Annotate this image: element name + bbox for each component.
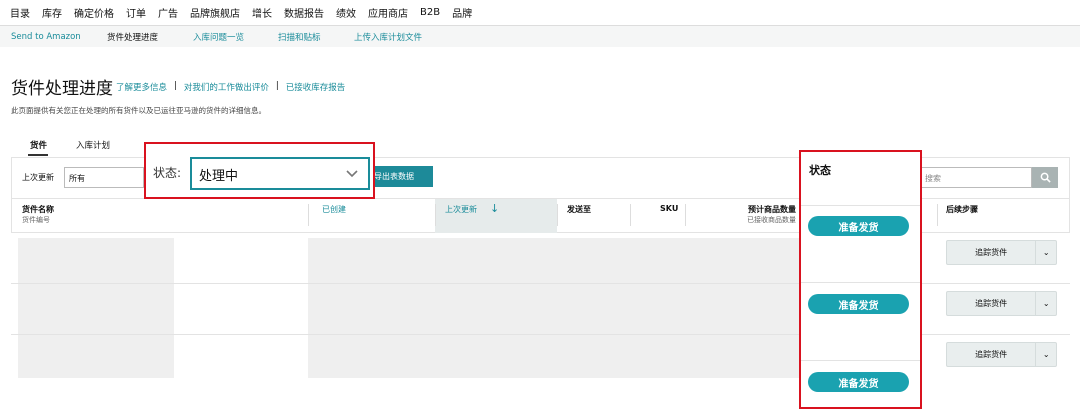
nav-catalog[interactable]: 目录 — [10, 5, 30, 20]
status-filter-value: 处理中 — [199, 169, 239, 184]
track-shipment-button[interactable]: 追踪货件 ⌄ — [946, 240, 1057, 265]
col-ship-to: 发送至 — [567, 205, 591, 214]
redacted-shipment-details — [308, 238, 800, 378]
track-label: 追踪货件 — [975, 248, 1008, 257]
active-tab-indicator — [28, 154, 48, 156]
learn-more-link[interactable]: 了解更多信息 — [116, 81, 167, 93]
track-shipment-button[interactable]: 追踪货件 ⌄ — [946, 342, 1057, 367]
redacted-shipment-names — [18, 238, 174, 378]
track-shipment-button[interactable]: 追踪货件 ⌄ — [946, 291, 1057, 316]
search-icon — [1040, 172, 1051, 183]
nav-growth[interactable]: 增长 — [252, 5, 272, 20]
col-received-qty: 已接收商品数量 — [747, 216, 796, 224]
nav-b2b[interactable]: B2B — [420, 7, 440, 18]
separator: | — [174, 81, 177, 91]
status-badge: 准备发货 — [808, 216, 909, 236]
col-expected-qty: 预计商品数量 — [748, 205, 796, 214]
chevron-down-icon[interactable]: ⌄ — [1035, 241, 1056, 264]
subnav-upload[interactable]: 上传入库计划文件 — [354, 31, 422, 43]
sub-nav: Send to Amazon 货件处理进度 入库问题一览 扫描和贴标 上传入库计… — [0, 26, 1080, 47]
col-shipment-name[interactable]: 货件名称 — [22, 204, 54, 215]
nav-orders[interactable]: 订单 — [126, 5, 146, 20]
chevron-down-icon[interactable]: ⌄ — [1035, 292, 1056, 315]
chevron-down-icon — [346, 170, 358, 178]
track-label: 追踪货件 — [975, 299, 1008, 308]
header-links: 了解更多信息 | 对我们的工作做出评价 | 已接收库存报告 — [116, 81, 345, 93]
search-button[interactable] — [1032, 167, 1058, 188]
top-nav: 目录 库存 确定价格 订单 广告 品牌旗舰店 增长 数据报告 绩效 应用商店 B… — [0, 0, 1080, 26]
subnav-shipments[interactable]: 货件处理进度 — [107, 31, 158, 43]
nav-pricing[interactable]: 确定价格 — [74, 5, 114, 20]
status-filter-callout: 状态: 处理中 — [144, 142, 375, 199]
tab-inbound-plans[interactable]: 入库计划 — [76, 139, 110, 151]
page-description: 此页面提供有关您正在处理的所有货件以及已运往亚马逊的货件的详细信息。 — [11, 106, 266, 115]
col-created[interactable]: 已创建 — [322, 204, 346, 215]
search-input[interactable]: 搜索 — [918, 167, 1032, 188]
nav-stores[interactable]: 品牌旗舰店 — [190, 5, 240, 20]
track-label: 追踪货件 — [975, 350, 1008, 359]
subnav-issues[interactable]: 入库问题一览 — [193, 31, 244, 43]
nav-reports[interactable]: 数据报告 — [284, 5, 324, 20]
subnav-scan-label[interactable]: 扫描和贴标 — [278, 31, 321, 43]
status-badge: 准备发货 — [808, 294, 909, 314]
status-filter-label: 状态: — [153, 166, 182, 180]
sort-down-arrow-icon[interactable]: ↓ — [490, 202, 499, 215]
last-update-select[interactable]: 所有 — [64, 167, 144, 188]
col-shipment-id: 货件编号 — [22, 216, 50, 224]
nav-appstore[interactable]: 应用商店 — [368, 5, 408, 20]
feedback-link[interactable]: 对我们的工作做出评价 — [184, 81, 269, 93]
nav-ads[interactable]: 广告 — [158, 5, 178, 20]
status-column-callout: 状态 — [799, 150, 922, 409]
status-column-title: 状态 — [809, 164, 831, 177]
status-filter-select[interactable]: 处理中 — [190, 157, 370, 190]
last-update-label: 上次更新 — [22, 173, 54, 182]
nav-performance[interactable]: 绩效 — [336, 5, 356, 20]
col-sku: SKU — [660, 204, 679, 213]
separator: | — [275, 81, 279, 91]
chevron-down-icon[interactable]: ⌄ — [1035, 343, 1056, 366]
subnav-send-to-amazon[interactable]: Send to Amazon — [11, 32, 81, 42]
received-report-link[interactable]: 已接收库存报告 — [286, 81, 346, 93]
col-next-steps: 后续步骤 — [946, 205, 978, 214]
export-button[interactable]: 导出表数据 — [368, 166, 433, 187]
nav-inventory[interactable]: 库存 — [42, 5, 62, 20]
col-last-updated[interactable]: 上次更新 — [445, 204, 477, 215]
page-title: 货件处理进度 — [11, 79, 113, 99]
status-badge: 准备发货 — [808, 372, 909, 392]
tab-shipments[interactable]: 货件 — [30, 139, 47, 151]
nav-brands[interactable]: 品牌 — [452, 5, 472, 20]
